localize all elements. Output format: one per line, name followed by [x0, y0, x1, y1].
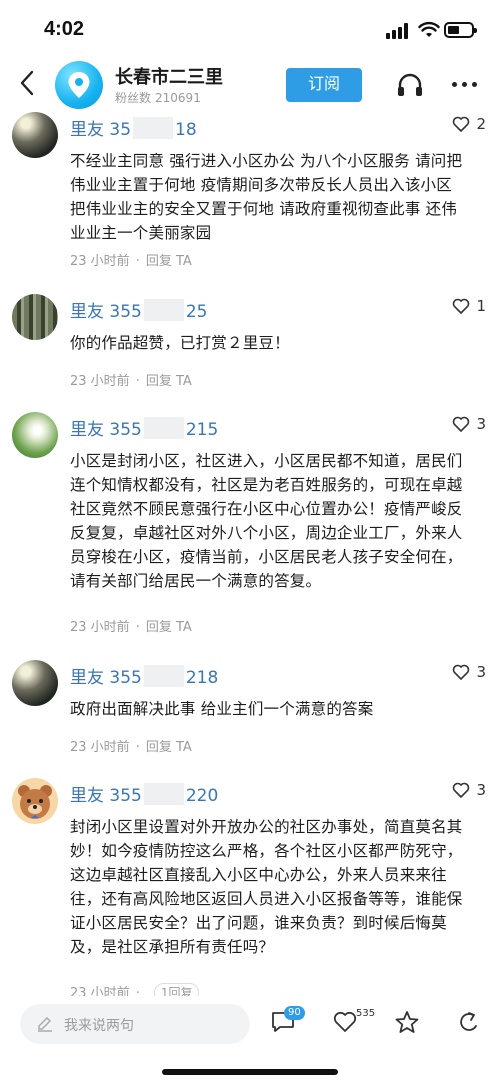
comment-time: 23 小时前 — [70, 740, 130, 755]
comment-username[interactable]: 里友 35 18 — [70, 115, 197, 140]
comment-username[interactable]: 里友 355 215 — [70, 415, 218, 440]
reply-button[interactable]: 回复 TA — [146, 254, 192, 269]
masked-name — [143, 299, 184, 321]
heart-icon — [453, 664, 470, 681]
comment-like[interactable]: 1 — [452, 297, 486, 315]
wifi-icon — [418, 21, 440, 37]
heart-icon — [453, 298, 470, 315]
like-icon[interactable] — [332, 1010, 358, 1034]
masked-name — [143, 783, 184, 805]
comment-text: 你的作品超赞，已打赏２里豆！ — [70, 334, 290, 352]
comment-time: 23 小时前 — [70, 620, 130, 635]
reply-button[interactable]: 回复 TA — [146, 740, 192, 755]
masked-name — [143, 665, 184, 687]
comment-meta: 23 小时前 · 回复 TA — [70, 620, 192, 635]
fans-label: 粉丝数 — [115, 91, 152, 105]
masked-name — [133, 117, 174, 139]
comment-meta: 23 小时前 · 回复 TA — [70, 740, 192, 755]
user-avatar[interactable] — [12, 412, 58, 458]
channel-header: 长春市二三里 粉丝数 210691 订阅 — [0, 56, 500, 114]
star-icon[interactable] — [394, 1010, 420, 1034]
heart-icon — [453, 782, 470, 799]
headphones-icon[interactable] — [396, 72, 424, 98]
more-icon[interactable] — [452, 82, 478, 88]
share-icon[interactable] — [456, 1010, 482, 1034]
status-time: 4:02 — [44, 18, 85, 40]
comment-text: 小区是封闭小区，社区进入，小区居民都不知道，居民们连个知情权都没有，社区是为老百… — [70, 452, 463, 590]
comment-like[interactable]: 3 — [452, 781, 486, 799]
comment-input[interactable]: 我来说两句 — [20, 1004, 250, 1044]
comment-meta: 23 小时前 · 回复 TA — [70, 254, 192, 269]
comment-text: 政府出面解决此事 给业主们一个满意的答案 — [70, 700, 374, 718]
reply-button[interactable]: 回复 TA — [146, 374, 192, 389]
battery-icon — [444, 22, 477, 38]
comment-username[interactable]: 里友 355 25 — [70, 297, 208, 322]
home-indicator — [162, 1069, 338, 1075]
comment-text: 封闭小区里设置对外开放办公的社区办事处，简直莫名其妙！如今疫情防控这么严格，各个… — [70, 818, 463, 956]
user-avatar[interactable] — [12, 112, 58, 158]
bear-avatar-icon — [18, 785, 52, 819]
comment-meta: 23 小时前 · 回复 TA — [70, 374, 192, 389]
comment-username[interactable]: 里友 355 218 — [70, 663, 218, 688]
user-avatar[interactable] — [12, 294, 58, 340]
input-placeholder: 我来说两句 — [64, 1018, 134, 1034]
user-avatar[interactable] — [12, 660, 58, 706]
masked-name — [143, 417, 184, 439]
comment-time: 23 小时前 — [70, 374, 130, 389]
user-avatar[interactable] — [12, 778, 58, 824]
signal-icon — [386, 23, 412, 39]
comment-time: 23 小时前 — [70, 254, 130, 269]
subscribe-button[interactable]: 订阅 — [286, 68, 362, 102]
channel-fans: 粉丝数 210691 — [115, 89, 201, 106]
channel-avatar[interactable] — [55, 61, 103, 109]
fans-count: 210691 — [155, 91, 201, 105]
comment-count-badge: 90 — [284, 1006, 305, 1020]
pencil-icon — [38, 1016, 52, 1032]
heart-icon — [453, 416, 470, 433]
back-icon[interactable] — [14, 68, 42, 98]
channel-title: 长春市二三里 — [115, 67, 223, 88]
status-bar: 4:02 — [0, 0, 500, 56]
location-pin-icon — [68, 72, 90, 98]
comment-like[interactable]: 2 — [452, 115, 486, 133]
heart-icon — [453, 116, 470, 133]
comment-like[interactable]: 3 — [452, 663, 486, 681]
comment-username[interactable]: 里友 355 220 — [70, 781, 218, 806]
like-count: 535 — [356, 1008, 376, 1019]
comment-text: 不经业主同意 强行进入小区办公 为八个小区服务 请问把伟业业主置于何地 疫情期间… — [70, 152, 463, 242]
reply-button[interactable]: 回复 TA — [146, 620, 192, 635]
comment-like[interactable]: 3 — [452, 415, 486, 433]
